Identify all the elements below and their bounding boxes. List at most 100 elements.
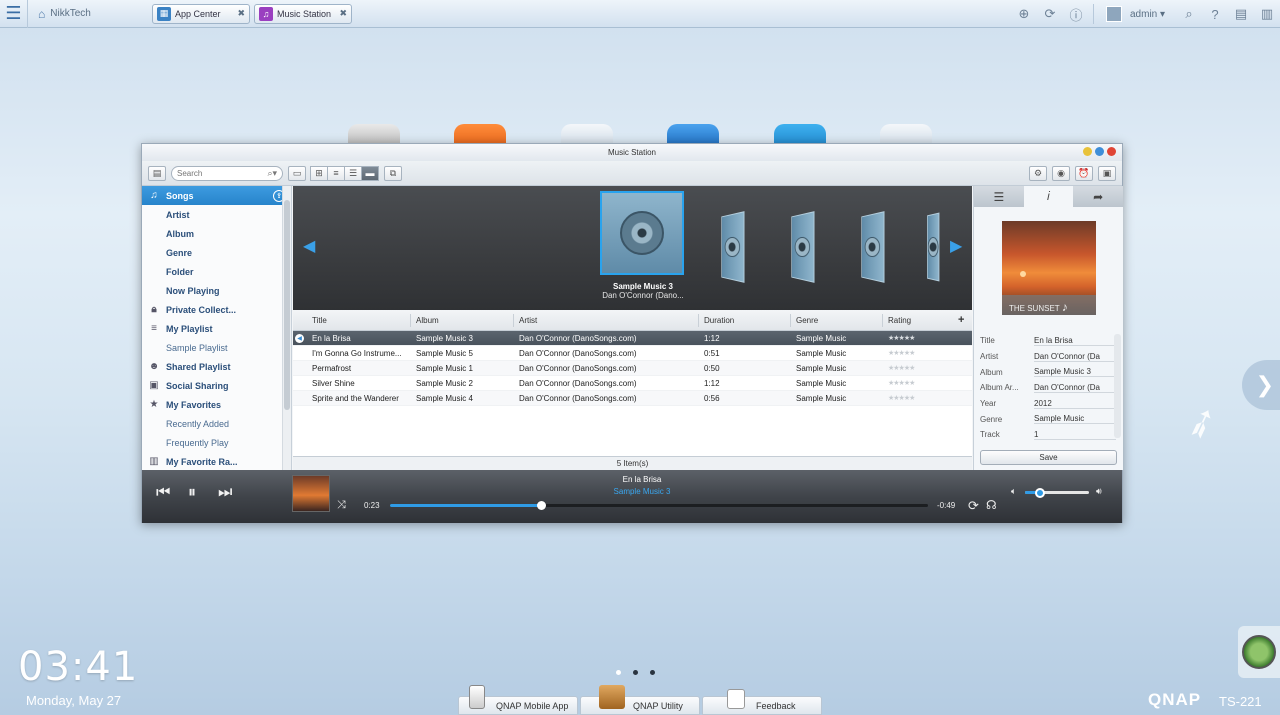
- minimize-icon[interactable]: [1083, 147, 1092, 156]
- sidebar-item-recently-added[interactable]: Recently Added: [142, 414, 291, 433]
- coverflow-next-icon[interactable]: ▶: [950, 236, 962, 256]
- album-cover-selected[interactable]: [600, 191, 684, 275]
- list-view-button[interactable]: ≡: [327, 165, 345, 181]
- sidebar-item-album[interactable]: Album: [142, 224, 291, 243]
- mini-player-button[interactable]: ⧉: [384, 165, 402, 181]
- meta-value[interactable]: Dan O'Connor (Da: [1034, 383, 1116, 393]
- cell-rating[interactable]: ★★★★★: [883, 349, 953, 357]
- meta-value[interactable]: 1: [1034, 430, 1116, 440]
- sidebar-item-frequently-play[interactable]: Frequently Play: [142, 433, 291, 452]
- close-icon[interactable]: ✖: [237, 8, 245, 19]
- avatar[interactable]: [1106, 6, 1122, 22]
- sidebar-item-social-sharing[interactable]: ▣ Social Sharing: [142, 376, 291, 395]
- pause-icon[interactable]: ⏸: [188, 484, 196, 502]
- table-row[interactable]: ◀ En la Brisa Sample Music 3 Dan O'Conno…: [293, 331, 972, 346]
- table-row[interactable]: Silver Shine Sample Music 2 Dan O'Connor…: [293, 376, 972, 391]
- coverflow-list-view-button[interactable]: ▬: [361, 165, 379, 181]
- sync-icon[interactable]: ⟳: [1037, 0, 1063, 28]
- sidebar-item-my-favorite-radio[interactable]: ▥ My Favorite Ra...: [142, 452, 291, 470]
- background-task-icon[interactable]: ⊕: [1011, 0, 1037, 28]
- meta-value[interactable]: Dan O'Connor (Da: [1034, 352, 1116, 362]
- tab-music-station[interactable]: ♫ Music Station ✖: [254, 3, 352, 24]
- search-box[interactable]: ⌕▾: [171, 165, 283, 181]
- info-icon[interactable]: ⓘ: [1063, 0, 1089, 28]
- sidebar-item-sample-playlist[interactable]: Sample Playlist: [142, 338, 291, 357]
- sidebar-item-private-collection[interactable]: 🔒︎ Private Collect...: [142, 300, 291, 319]
- progress-knob[interactable]: [536, 501, 546, 510]
- info-panel-button[interactable]: ▣: [1098, 165, 1116, 181]
- page-dot[interactable]: [633, 670, 638, 675]
- search-input[interactable]: [177, 168, 263, 178]
- sidebar-item-now-playing[interactable]: Now Playing: [142, 281, 291, 300]
- album-cover[interactable]: [861, 211, 885, 283]
- user-menu[interactable]: admin ▾: [1130, 9, 1176, 20]
- sidebar-item-artist[interactable]: Artist: [142, 205, 291, 224]
- toggle-sidebar-button[interactable]: ▤: [148, 165, 166, 181]
- sidebar-item-my-playlist[interactable]: ≡ My Playlist: [142, 319, 291, 338]
- sidebar-item-folder[interactable]: Folder: [142, 262, 291, 281]
- table-row[interactable]: Sprite and the Wanderer Sample Music 4 D…: [293, 391, 972, 406]
- page-dot[interactable]: [650, 670, 655, 675]
- volume-low-icon[interactable]: 🔈︎: [1011, 486, 1016, 497]
- coverflow-view-button[interactable]: ▭: [288, 165, 306, 181]
- detail-view-button[interactable]: ☰: [344, 165, 362, 181]
- meta-value[interactable]: 2012: [1034, 399, 1116, 409]
- headphones-icon[interactable]: ☊: [986, 498, 997, 512]
- volume-slider[interactable]: [1025, 488, 1089, 498]
- dock-item-feedback[interactable]: Feedback: [702, 689, 822, 715]
- close-icon[interactable]: [1107, 147, 1116, 156]
- shuffle-icon[interactable]: ⤨: [337, 499, 346, 512]
- volume-knob[interactable]: [1035, 488, 1046, 498]
- scrollbar-thumb[interactable]: [284, 200, 290, 410]
- main-menu-button[interactable]: ☰: [0, 0, 28, 28]
- alarm-button[interactable]: ⏰: [1075, 165, 1093, 181]
- album-cover[interactable]: [791, 211, 815, 283]
- table-row[interactable]: I'm Gonna Go Instrume... Sample Music 5 …: [293, 346, 972, 361]
- close-icon[interactable]: ✖: [339, 8, 347, 19]
- next-desktop-arrow[interactable]: ❯: [1242, 360, 1280, 410]
- dock-item-mobile-app[interactable]: QNAP Mobile App: [458, 685, 578, 715]
- cell-rating[interactable]: ★★★★★: [883, 364, 953, 372]
- maximize-icon[interactable]: [1095, 147, 1104, 156]
- meta-value[interactable]: Sample Music: [1034, 414, 1116, 425]
- sidebar-item-my-favorites[interactable]: ★ My Favorites: [142, 395, 291, 414]
- search-icon[interactable]: ⌕: [1176, 0, 1202, 28]
- tab-info[interactable]: 𝑖: [1023, 186, 1074, 207]
- add-column-button[interactable]: +: [953, 314, 972, 327]
- coverflow-prev-icon[interactable]: ◀: [303, 236, 315, 256]
- tab-playlist[interactable]: ☰: [974, 186, 1024, 207]
- snapshot-button[interactable]: ◉: [1052, 165, 1070, 181]
- next-track-icon[interactable]: ⏭: [218, 484, 232, 502]
- details-scrollbar[interactable]: [1114, 334, 1121, 438]
- table-row[interactable]: Permafrost Sample Music 1 Dan O'Connor (…: [293, 361, 972, 376]
- meta-value[interactable]: En la Brisa: [1034, 336, 1116, 346]
- sidebar-item-genre[interactable]: Genre: [142, 243, 291, 262]
- repeat-icon[interactable]: ⟳: [968, 498, 979, 514]
- save-button[interactable]: Save: [980, 450, 1117, 465]
- column-rating[interactable]: Rating: [883, 314, 953, 327]
- column-title[interactable]: Title: [293, 313, 411, 327]
- column-duration[interactable]: Duration: [699, 313, 791, 327]
- thumbnail-view-button[interactable]: ⊞: [310, 165, 328, 181]
- meta-value[interactable]: Sample Music 3: [1034, 367, 1116, 378]
- previous-track-icon[interactable]: ⏮: [156, 484, 170, 502]
- tab-share[interactable]: ➦: [1073, 186, 1123, 207]
- sidebar-scrollbar[interactable]: [282, 186, 291, 470]
- column-genre[interactable]: Genre: [791, 313, 883, 327]
- resource-monitor-widget[interactable]: [1238, 626, 1280, 678]
- album-cover[interactable]: [721, 211, 745, 283]
- tab-app-center[interactable]: ▦ App Center ✖: [152, 3, 250, 24]
- volume-high-icon[interactable]: 🔊︎: [1096, 486, 1102, 497]
- cell-rating[interactable]: ★★★★★: [883, 394, 953, 402]
- dock-item-qnap-utility[interactable]: QNAP Utility: [580, 685, 700, 715]
- window-titlebar[interactable]: Music Station: [142, 144, 1122, 161]
- settings-button[interactable]: ⚙: [1029, 165, 1047, 181]
- cell-rating[interactable]: ★★★★★: [883, 334, 953, 342]
- now-playing-album[interactable]: Sample Music 3: [582, 487, 702, 496]
- cell-rating[interactable]: ★★★★★: [883, 379, 953, 387]
- page-dot[interactable]: [616, 670, 621, 675]
- sidebar-item-songs[interactable]: ♫ Songs ⇪: [142, 186, 291, 205]
- column-artist[interactable]: Artist: [514, 313, 699, 327]
- home-link[interactable]: ⌂ NikkTech: [28, 7, 148, 21]
- dashboard-icon[interactable]: ▤: [1228, 0, 1254, 28]
